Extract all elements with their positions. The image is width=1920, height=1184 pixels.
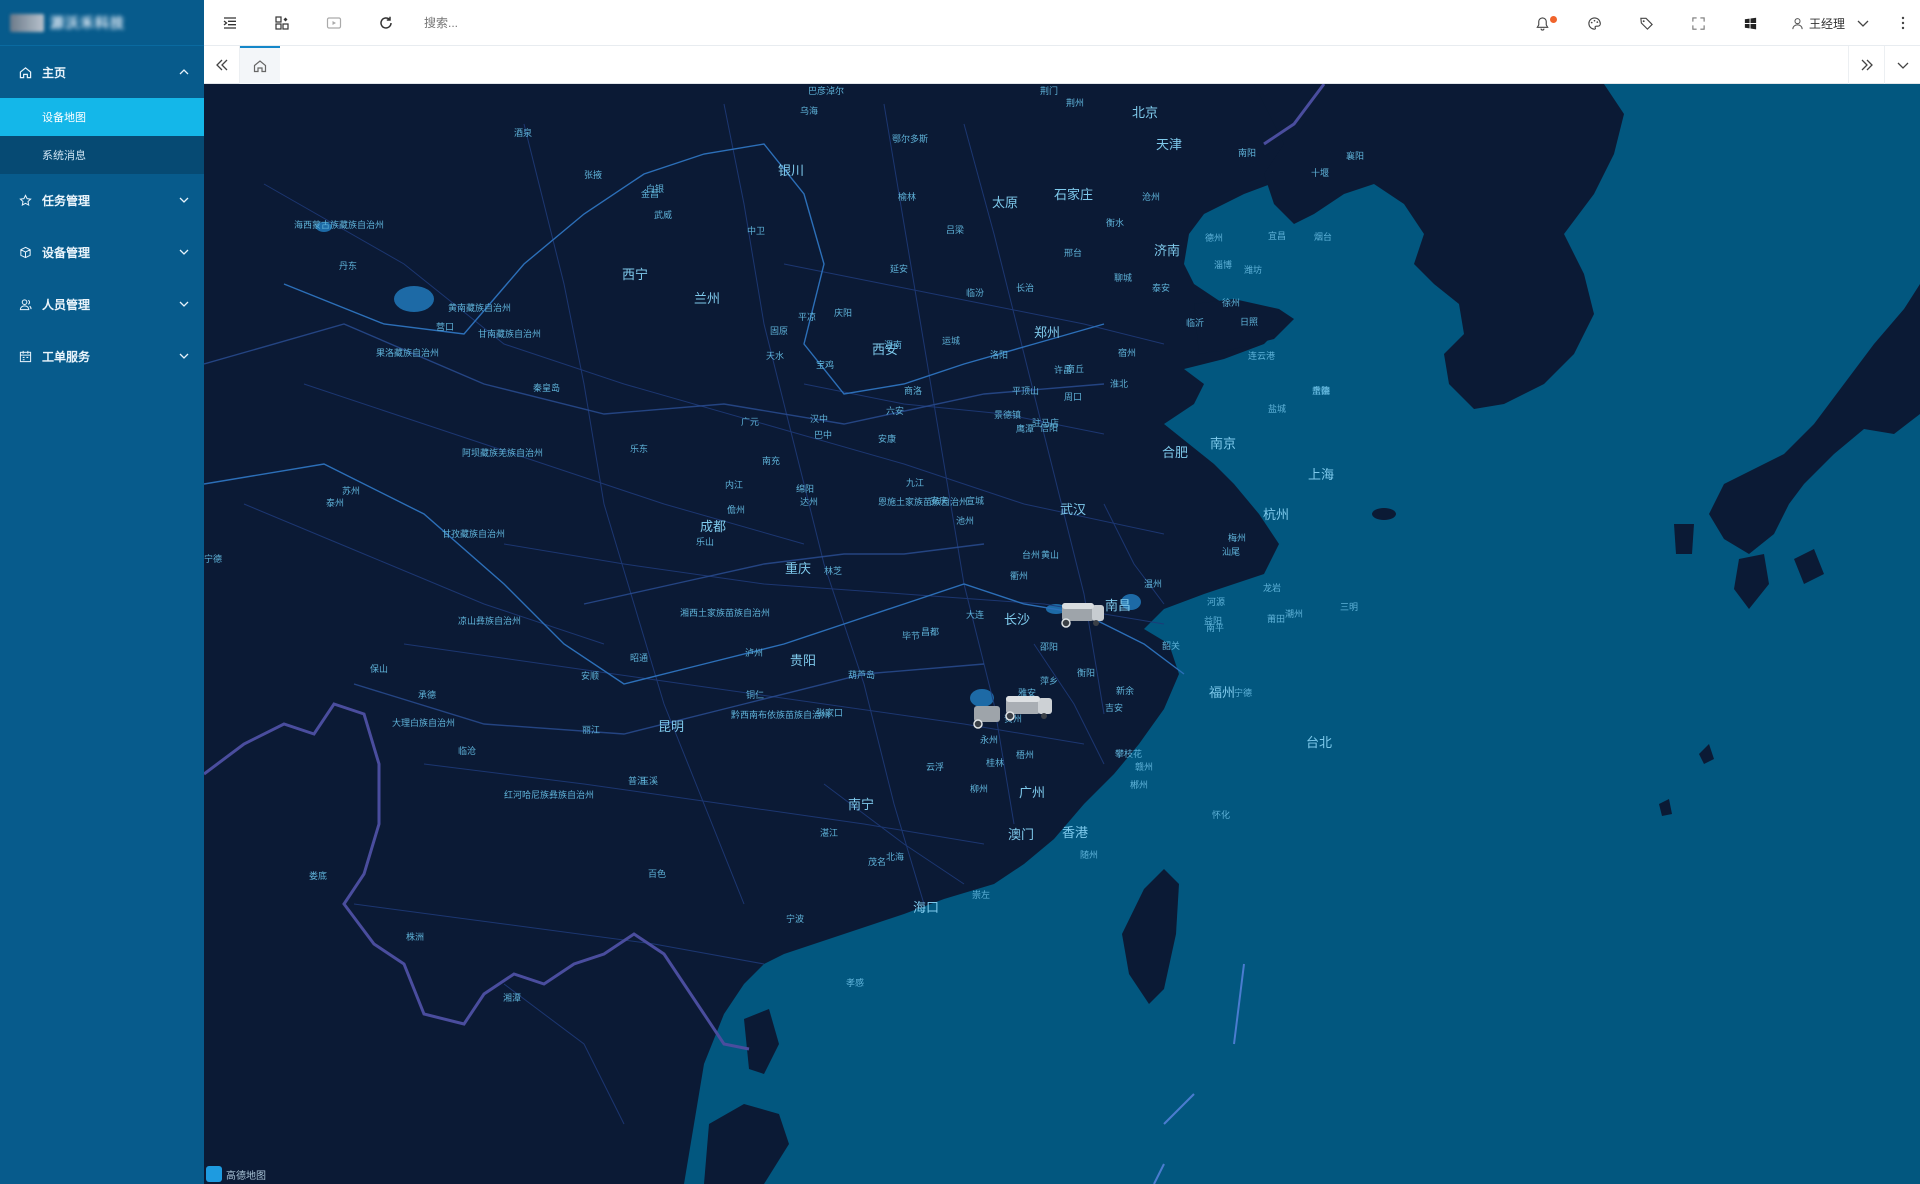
tab-bar-right <box>1848 46 1920 84</box>
theme-button[interactable] <box>1569 0 1621 46</box>
tab-scroll-left-button[interactable] <box>204 45 240 84</box>
user-icon <box>1792 17 1803 29</box>
palette-icon <box>1588 16 1602 30</box>
search-input[interactable] <box>424 15 664 30</box>
chevron-down-icon <box>178 194 190 206</box>
top-bar-actions: 王经理 <box>1517 0 1920 46</box>
indent-icon <box>223 16 236 29</box>
tag-icon <box>1640 17 1654 30</box>
apps-icon <box>275 15 289 30</box>
bell-icon <box>1536 16 1550 31</box>
menu-task-management[interactable]: 任务管理 <box>0 174 204 226</box>
truck-icon <box>1005 696 1052 721</box>
menu-device-management[interactable]: 设备管理 <box>0 226 204 278</box>
sidebar: 源沃禾科技 主页 设备地图 系统消息 任务管理 设备管理 人员管理 工单服务 <box>0 0 204 1184</box>
menu-home-label: 主页 <box>42 65 67 80</box>
tab-scroll-right-button[interactable] <box>1848 46 1884 84</box>
chevron-down-icon <box>1857 20 1869 27</box>
more-button[interactable] <box>1886 0 1920 46</box>
double-chevron-right-icon <box>1861 59 1873 71</box>
truck-marker[interactable] <box>1000 692 1056 729</box>
menu-work-order-service-label: 工单服务 <box>42 349 91 364</box>
notification-badge <box>1549 16 1557 23</box>
device-map[interactable]: 北京 天津 石家庄 太原 济南 郑州 西安 兰州 西宁 银川 成都 重庆 贵阳 昆明 南宁 长沙 南昌 武汉 合肥南… <box>204 84 1920 1184</box>
menu-device-management-label: 设备管理 <box>42 245 91 260</box>
notifications-button[interactable] <box>1517 0 1569 46</box>
windows-button[interactable] <box>1725 0 1777 46</box>
truck-icon <box>1061 603 1104 628</box>
users-icon <box>18 297 32 311</box>
user-menu[interactable]: 王经理 <box>1777 0 1886 46</box>
top-bar: 王经理 <box>204 0 1920 46</box>
box-icon <box>18 245 32 259</box>
menu-toggle-button[interactable] <box>204 0 256 46</box>
refresh-icon <box>380 16 392 29</box>
user-name: 王经理 <box>1808 16 1845 31</box>
refresh-button[interactable] <box>360 0 412 46</box>
star-icon <box>18 193 32 207</box>
map-attribution-text: 高德地图 <box>226 1170 266 1182</box>
brand-name: 源沃禾科技 <box>50 14 125 31</box>
calendar-icon <box>18 349 32 363</box>
amap-logo-icon <box>206 1166 222 1182</box>
apps-button[interactable] <box>256 0 308 46</box>
fullscreen-button[interactable] <box>1673 0 1725 46</box>
sidebar-item-system-messages[interactable]: 系统消息 <box>0 136 204 174</box>
chevron-down-icon <box>178 298 190 310</box>
truck-marker[interactable] <box>1056 599 1106 634</box>
brand[interactable]: 源沃禾科技 <box>0 0 204 46</box>
tab-options-button[interactable] <box>1884 46 1920 84</box>
tab-bar <box>204 45 1920 84</box>
menu-personnel-management[interactable]: 人员管理 <box>0 278 204 330</box>
chevron-up-icon <box>178 66 190 78</box>
chevron-down-icon <box>178 350 190 362</box>
tab-home[interactable] <box>240 45 280 84</box>
tag-button[interactable] <box>1621 0 1673 46</box>
brand-logo <box>10 13 44 32</box>
menu-personnel-management-label: 人员管理 <box>42 297 91 312</box>
home-icon <box>18 65 32 79</box>
windows-icon <box>1745 17 1757 29</box>
app-root: 源沃禾科技 主页 设备地图 系统消息 任务管理 设备管理 人员管理 工单服务 搜… <box>0 0 1920 1184</box>
more-vertical-icon <box>1901 16 1905 30</box>
play-icon <box>326 16 342 29</box>
menu-home[interactable]: 主页 <box>0 46 204 98</box>
fullscreen-icon <box>1692 16 1706 30</box>
menu-task-management-label: 任务管理 <box>42 193 91 208</box>
menu-work-order-service[interactable]: 工单服务 <box>0 330 204 382</box>
chevron-down-icon <box>178 246 190 258</box>
submenu-home: 设备地图 系统消息 <box>0 98 204 174</box>
map-base <box>204 84 1920 1184</box>
home-icon <box>253 59 267 72</box>
video-button[interactable] <box>308 0 360 46</box>
double-chevron-left-icon <box>215 59 227 70</box>
menu-group-home: 主页 设备地图 系统消息 <box>0 46 204 174</box>
chevron-down-icon <box>1897 62 1908 69</box>
map-attribution: 高德地图 <box>206 1166 266 1182</box>
sidebar-item-device-map[interactable]: 设备地图 <box>0 98 204 136</box>
